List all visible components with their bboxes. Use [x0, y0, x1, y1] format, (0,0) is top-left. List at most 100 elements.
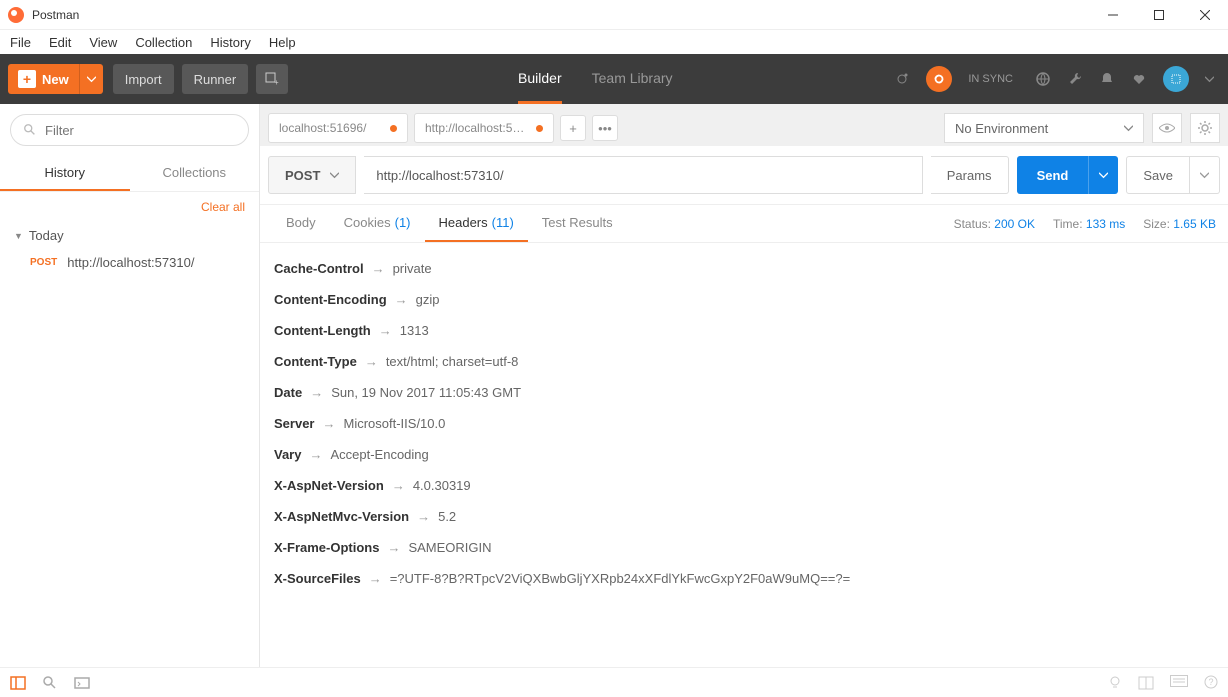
- header-row: Cache-Control→private: [274, 253, 1214, 284]
- window-maximize-button[interactable]: [1136, 0, 1182, 30]
- toolbar-right: IN SYNC: [894, 66, 1220, 92]
- header-key: Server: [274, 416, 314, 431]
- import-button[interactable]: Import: [113, 64, 174, 94]
- history-group-today[interactable]: ▼ Today: [0, 222, 259, 249]
- send-button[interactable]: Send: [1017, 156, 1089, 194]
- add-tab-button[interactable]: +: [560, 115, 586, 141]
- bell-icon[interactable]: [1099, 71, 1115, 87]
- menu-edit[interactable]: Edit: [49, 35, 71, 50]
- header-value: private: [393, 261, 432, 276]
- tab-more-button[interactable]: •••: [592, 115, 618, 141]
- tab-builder[interactable]: Builder: [518, 54, 562, 104]
- chevron-down-icon: [330, 171, 339, 180]
- header-row: X-SourceFiles→=?UTF-8?B?RTpcV2ViQXBwbGlj…: [274, 563, 1214, 594]
- environment-select[interactable]: No Environment: [944, 113, 1144, 143]
- menu-collection[interactable]: Collection: [135, 35, 192, 50]
- response-tab-body[interactable]: Body: [272, 205, 330, 242]
- bulb-icon[interactable]: [1108, 675, 1122, 691]
- method-label: POST: [285, 168, 320, 183]
- request-tab-label: localhost:51696/: [279, 121, 380, 135]
- runner-button[interactable]: Runner: [182, 64, 249, 94]
- chevron-down-icon: ▼: [14, 231, 23, 241]
- environment-selected-label: No Environment: [955, 121, 1048, 136]
- menu-view[interactable]: View: [89, 35, 117, 50]
- size-label: Size:: [1143, 217, 1170, 231]
- request-tab-label: http://localhost:57310: [425, 121, 526, 135]
- filter-wrap: [10, 114, 249, 146]
- header-value: SAMEORIGIN: [408, 540, 491, 555]
- header-row: X-AspNetMvc-Version→5.2: [274, 501, 1214, 532]
- arrow-icon: →: [372, 261, 385, 276]
- request-tabs-row: localhost:51696/ http://localhost:57310 …: [260, 104, 1228, 146]
- sync-icon[interactable]: [926, 66, 952, 92]
- wrench-icon[interactable]: [1067, 71, 1083, 87]
- request-tab-0[interactable]: localhost:51696/: [268, 113, 408, 143]
- avatar-button[interactable]: [1163, 66, 1189, 92]
- sidebar-toggle-icon[interactable]: [10, 675, 26, 691]
- window-minimize-button[interactable]: [1090, 0, 1136, 30]
- window-close-button[interactable]: [1182, 0, 1228, 30]
- new-dropdown-button[interactable]: [79, 64, 103, 94]
- arrow-icon: →: [310, 385, 323, 400]
- find-icon[interactable]: [42, 675, 58, 691]
- header-value: 1313: [400, 323, 429, 338]
- request-tab-1[interactable]: http://localhost:57310: [414, 113, 554, 143]
- status-bar: ?: [0, 667, 1228, 697]
- sidebar-tabs: History Collections: [0, 156, 259, 192]
- url-input[interactable]: [364, 156, 922, 194]
- header-row: Content-Encoding→gzip: [274, 284, 1214, 315]
- menu-history[interactable]: History: [210, 35, 250, 50]
- history-item[interactable]: POST http://localhost:57310/: [0, 249, 259, 276]
- app-logo-icon: [8, 7, 24, 23]
- arrow-icon: →: [369, 571, 382, 586]
- params-button[interactable]: Params: [931, 156, 1009, 194]
- filter-input[interactable]: [45, 123, 236, 138]
- response-tab-headers[interactable]: Headers(11): [425, 205, 528, 242]
- arrow-icon: →: [387, 540, 400, 555]
- satellite-icon[interactable]: [894, 71, 910, 87]
- environment-preview-button[interactable]: [1152, 113, 1182, 143]
- header-key: Vary: [274, 447, 301, 462]
- clear-all-link[interactable]: Clear all: [0, 192, 259, 222]
- keyboard-icon[interactable]: [1170, 675, 1188, 691]
- header-key: Date: [274, 385, 302, 400]
- header-row: Vary→Accept-Encoding: [274, 439, 1214, 470]
- environment-settings-button[interactable]: [1190, 113, 1220, 143]
- menu-file[interactable]: File: [10, 35, 31, 50]
- size-value: 1.65 KB: [1173, 217, 1216, 231]
- send-dropdown-button[interactable]: [1088, 156, 1118, 194]
- app-title: Postman: [32, 8, 1090, 22]
- layout-toggle-icon[interactable]: [1138, 675, 1154, 691]
- help-icon[interactable]: ?: [1204, 675, 1218, 691]
- save-dropdown-button[interactable]: [1190, 156, 1220, 194]
- header-value: Sun, 19 Nov 2017 11:05:43 GMT: [331, 385, 521, 400]
- header-key: X-Frame-Options: [274, 540, 379, 555]
- plus-icon: +: [18, 70, 36, 88]
- menu-help[interactable]: Help: [269, 35, 296, 50]
- globe-icon[interactable]: [1035, 71, 1051, 87]
- sidebar-tab-collections[interactable]: Collections: [130, 156, 260, 191]
- new-window-button[interactable]: +: [256, 64, 288, 94]
- header-key: X-SourceFiles: [274, 571, 361, 586]
- header-row: X-Frame-Options → SAMEORIGIN: [274, 532, 1214, 563]
- header-value: Accept-Encoding: [330, 447, 428, 462]
- sync-status-label: IN SYNC: [968, 73, 1013, 85]
- response-tab-cookies[interactable]: Cookies(1): [330, 205, 425, 242]
- search-icon: [23, 123, 37, 137]
- arrow-icon: →: [392, 478, 405, 493]
- avatar-dropdown-icon[interactable]: [1205, 75, 1214, 84]
- main-toolbar: + New Import Runner + Builder Team Libra…: [0, 54, 1228, 104]
- header-value: text/html; charset=utf-8: [386, 354, 519, 369]
- tab-team-library[interactable]: Team Library: [592, 54, 673, 104]
- save-button[interactable]: Save: [1126, 156, 1190, 194]
- chevron-down-icon: [1124, 124, 1133, 133]
- time-label: Time:: [1053, 217, 1083, 231]
- response-tab-test-results[interactable]: Test Results: [528, 205, 627, 242]
- response-headers-list: Cache-Control→privateContent-Encoding→gz…: [260, 243, 1228, 667]
- new-button[interactable]: + New: [8, 64, 79, 94]
- svg-text:+: +: [274, 78, 279, 87]
- method-select[interactable]: POST: [268, 156, 356, 194]
- heart-icon[interactable]: [1131, 71, 1147, 87]
- console-icon[interactable]: [74, 675, 90, 691]
- sidebar-tab-history[interactable]: History: [0, 156, 130, 191]
